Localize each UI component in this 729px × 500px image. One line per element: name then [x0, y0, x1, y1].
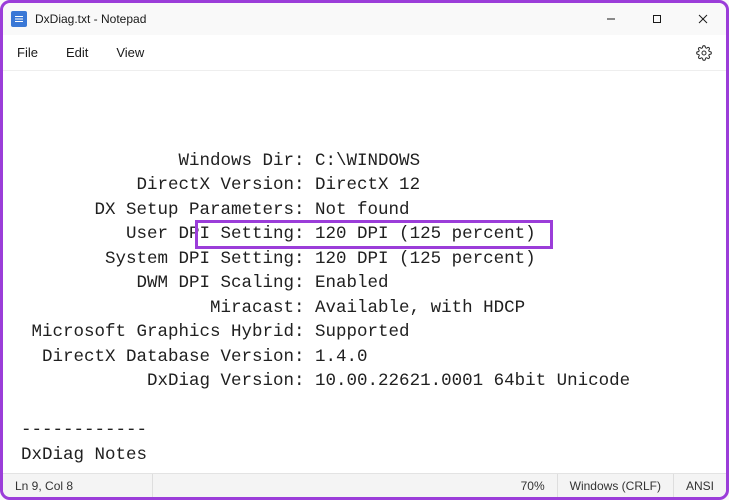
status-line-ending[interactable]: Windows (CRLF) — [558, 474, 674, 497]
text-line: System DPI Setting: 120 DPI (125 percent… — [21, 247, 718, 272]
text-line: DirectX Version: DirectX 12 — [21, 173, 718, 198]
statusbar: Ln 9, Col 8 70% Windows (CRLF) ANSI — [3, 473, 726, 497]
titlebar: DxDiag.txt - Notepad — [3, 3, 726, 35]
status-encoding[interactable]: ANSI — [674, 474, 726, 497]
menu-edit[interactable]: Edit — [64, 41, 90, 64]
settings-button[interactable] — [694, 43, 714, 63]
text-line: DxDiag Version: 10.00.22621.0001 64bit U… — [21, 369, 718, 394]
text-line: DxDiag Notes — [21, 443, 718, 468]
menubar: File Edit View — [3, 35, 726, 71]
window-controls — [588, 3, 726, 35]
maximize-button[interactable] — [634, 3, 680, 35]
text-line: ------------ — [21, 467, 718, 473]
text-line: User DPI Setting: 120 DPI (125 percent) — [21, 222, 718, 247]
text-line: DirectX Database Version: 1.4.0 — [21, 345, 718, 370]
text-line: Miracast: Available, with HDCP — [21, 296, 718, 321]
status-zoom[interactable]: 70% — [509, 474, 558, 497]
text-line: ------------ — [21, 418, 718, 443]
text-line — [21, 394, 718, 419]
notepad-window: DxDiag.txt - Notepad File Edit View — [3, 3, 726, 497]
menu-view[interactable]: View — [114, 41, 146, 64]
window-title: DxDiag.txt - Notepad — [35, 12, 146, 26]
text-line: Microsoft Graphics Hybrid: Supported — [21, 320, 718, 345]
text-line: Windows Dir: C:\WINDOWS — [21, 149, 718, 174]
text-line: DWM DPI Scaling: Enabled — [21, 271, 718, 296]
close-button[interactable] — [680, 3, 726, 35]
menu-file[interactable]: File — [15, 41, 40, 64]
minimize-button[interactable] — [588, 3, 634, 35]
text-line: DX Setup Parameters: Not found — [21, 198, 718, 223]
text-editor[interactable]: Windows Dir: C:\WINDOWS DirectX Version:… — [3, 71, 726, 473]
status-cursor-position: Ln 9, Col 8 — [3, 474, 153, 497]
notepad-icon — [11, 11, 27, 27]
